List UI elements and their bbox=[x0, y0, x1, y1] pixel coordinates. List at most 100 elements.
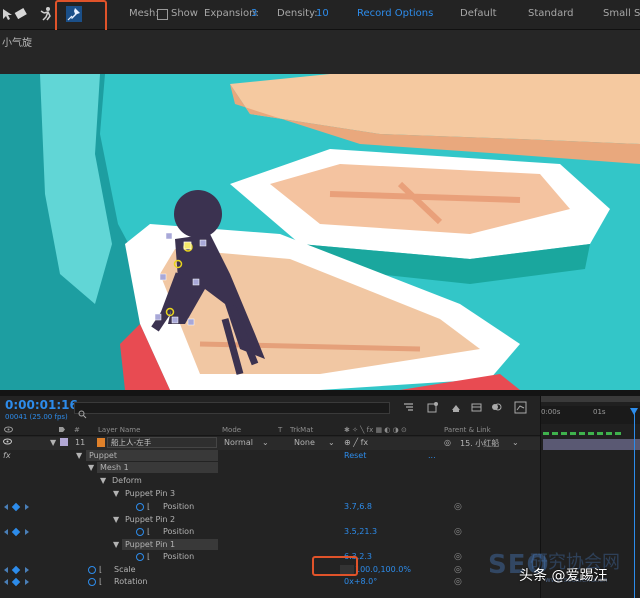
motion-blur-icon[interactable] bbox=[490, 401, 503, 414]
reset-link[interactable]: Reset bbox=[344, 451, 366, 460]
deform-row[interactable]: ▼ Deform bbox=[0, 475, 540, 488]
next-keyframe-icon[interactable] bbox=[25, 567, 29, 573]
pin2-collapse-icon[interactable]: ▼ bbox=[113, 515, 119, 524]
workspace-standard[interactable]: Standard bbox=[528, 8, 574, 19]
next-keyframe-icon[interactable] bbox=[25, 504, 29, 510]
col-layer-name[interactable]: Layer Name bbox=[98, 426, 140, 434]
layer-mode-select[interactable]: Normal bbox=[224, 438, 253, 447]
next-keyframe-icon[interactable] bbox=[25, 579, 29, 585]
layer-name-field[interactable]: 船上人-左手 bbox=[107, 437, 217, 448]
playhead-handle[interactable] bbox=[630, 408, 638, 415]
pin1-collapse-icon[interactable]: ▼ bbox=[113, 540, 119, 549]
pin3-row[interactable]: ▼ Puppet Pin 3 bbox=[0, 488, 540, 501]
work-area-bar[interactable] bbox=[541, 396, 640, 402]
show-mesh-checkbox[interactable] bbox=[157, 9, 168, 20]
stopwatch-icon[interactable] bbox=[136, 503, 144, 511]
parent-pickwhip-icon[interactable]: ◎ bbox=[444, 438, 451, 447]
shy-layers-icon[interactable] bbox=[450, 401, 463, 414]
switches-icons: ✱ ✧ ╲ fx ▦ ◐ ◑ ⊙ bbox=[344, 426, 407, 434]
graph-icon: ⌊ bbox=[147, 527, 151, 536]
layer-trkmat-select[interactable]: None bbox=[294, 438, 315, 447]
pin2-row[interactable]: ▼ Puppet Pin 2 bbox=[0, 514, 540, 527]
pin1-row[interactable]: ▼ Puppet Pin 1 bbox=[0, 539, 540, 552]
show-label: Show bbox=[171, 8, 198, 19]
pin2-position-row[interactable]: ⌊ Position 3.5,21.3 ◎ bbox=[0, 526, 540, 539]
layer-duration-bar[interactable] bbox=[543, 439, 640, 450]
draft-3d-icon[interactable] bbox=[426, 401, 439, 414]
layer-label-color[interactable] bbox=[60, 438, 68, 446]
pin1-position-row[interactable]: ⌊ Position 6.3,2.3 ◎ bbox=[0, 551, 540, 564]
layer-eye-icon[interactable] bbox=[3, 438, 12, 447]
stopwatch-icon[interactable] bbox=[136, 528, 144, 536]
puppet-collapse-icon[interactable]: ▼ bbox=[76, 451, 82, 460]
pin3-position-value[interactable]: 3.7,6.8 bbox=[344, 502, 372, 511]
effect-puppet-row[interactable]: fx ▼ Puppet Reset ... bbox=[0, 450, 540, 463]
graph-editor-icon[interactable] bbox=[514, 401, 527, 414]
pin3-collapse-icon[interactable]: ▼ bbox=[113, 489, 119, 498]
prev-keyframe-icon[interactable] bbox=[4, 567, 8, 573]
pin2-position-value[interactable]: 3.5,21.3 bbox=[344, 527, 377, 536]
layer-row-11[interactable]: ▼ 11 船上人-左手 Normal ⌄ None ⌄ ⊕ ╱ fx ◎ 15.… bbox=[0, 437, 540, 450]
expression-pickwhip-icon[interactable]: ◎ bbox=[454, 565, 462, 575]
playhead-line[interactable] bbox=[634, 408, 635, 598]
toolbar: Mesh: Show Expansion: 3 Density: 10 Reco… bbox=[0, 0, 640, 34]
rotation-row[interactable]: ⌊ Rotation 0x+8.0° ◎ bbox=[0, 576, 540, 589]
expression-pickwhip-icon[interactable]: ◎ bbox=[454, 577, 462, 587]
expression-pickwhip-icon[interactable]: ◎ bbox=[454, 552, 462, 562]
pin2-position-label: Position bbox=[163, 527, 195, 536]
graph-icon: ⌊ bbox=[99, 565, 103, 574]
keyframe-icon[interactable] bbox=[11, 577, 21, 587]
fx-icon[interactable]: fx bbox=[3, 451, 11, 460]
scale-row[interactable]: ⌊ Scale 100.0,100.0% ◎ bbox=[0, 564, 540, 577]
puppet-label: Puppet bbox=[89, 451, 117, 460]
mesh1-collapse-icon[interactable]: ▼ bbox=[88, 463, 94, 472]
mode-chevron-down-icon[interactable]: ⌄ bbox=[262, 438, 269, 447]
ruler-1s-label: 01s bbox=[593, 408, 606, 416]
layer-search-input[interactable] bbox=[74, 402, 390, 419]
workspace-default[interactable]: Default bbox=[460, 8, 497, 19]
prev-keyframe-icon[interactable] bbox=[4, 529, 8, 535]
frame-blending-icon[interactable] bbox=[470, 401, 483, 414]
prev-keyframe-icon[interactable] bbox=[4, 504, 8, 510]
trkmat-chevron-down-icon[interactable]: ⌄ bbox=[328, 438, 335, 447]
layer-type-icon bbox=[97, 438, 105, 447]
expression-pickwhip-icon[interactable]: ◎ bbox=[454, 527, 462, 537]
pin3-label: Puppet Pin 3 bbox=[125, 489, 176, 498]
scale-value[interactable]: 100.0,100.0% bbox=[355, 565, 411, 574]
stopwatch-icon[interactable] bbox=[88, 566, 96, 574]
search-icon bbox=[78, 404, 87, 423]
eraser-icon[interactable] bbox=[12, 5, 30, 23]
parent-chevron-down-icon[interactable]: ⌄ bbox=[512, 438, 519, 447]
stopwatch-icon[interactable] bbox=[88, 578, 96, 586]
deform-collapse-icon[interactable]: ▼ bbox=[100, 476, 106, 485]
layer-collapse-icon[interactable]: ▼ bbox=[50, 438, 56, 447]
visibility-eye-icon[interactable] bbox=[4, 426, 13, 435]
next-keyframe-icon[interactable] bbox=[25, 529, 29, 535]
expansion-value[interactable]: 3 bbox=[251, 8, 257, 19]
layer-parent-select[interactable]: 15. 小红船 bbox=[460, 438, 499, 449]
col-mode: Mode bbox=[222, 426, 242, 434]
workspace-small-screen[interactable]: Small Sc bbox=[603, 8, 640, 19]
composition-viewer[interactable] bbox=[0, 74, 640, 390]
composition-name[interactable]: 小气旋 bbox=[2, 34, 32, 49]
label-tag-icon bbox=[58, 426, 66, 435]
render-cache-bar bbox=[543, 432, 623, 435]
prev-keyframe-icon[interactable] bbox=[4, 579, 8, 585]
mesh1-row[interactable]: ▼ Mesh 1 bbox=[0, 462, 540, 475]
record-options-link[interactable]: Record Options bbox=[357, 8, 433, 19]
col-t: T bbox=[278, 426, 283, 434]
keyframe-icon[interactable] bbox=[11, 527, 21, 537]
density-value[interactable]: 10 bbox=[316, 8, 329, 19]
expression-pickwhip-icon[interactable]: ◎ bbox=[454, 502, 462, 512]
comp-flowchart-icon[interactable] bbox=[402, 401, 415, 414]
rotation-value[interactable]: 0x+8.0° bbox=[344, 577, 377, 586]
stopwatch-icon[interactable] bbox=[136, 553, 144, 561]
keyframe-icon[interactable] bbox=[11, 502, 21, 512]
options-ellipsis[interactable]: ... bbox=[428, 451, 436, 460]
pin3-position-row[interactable]: ⌊ Position 3.7,6.8 ◎ bbox=[0, 501, 540, 514]
time-ruler[interactable]: 0:00s 01s bbox=[541, 406, 640, 424]
puppet-figure-icon[interactable] bbox=[38, 5, 56, 23]
current-timecode[interactable]: 0:00:01:16 bbox=[5, 398, 78, 412]
keyframe-icon[interactable] bbox=[11, 565, 21, 575]
layer-switches[interactable]: ⊕ ╱ fx bbox=[344, 438, 368, 447]
